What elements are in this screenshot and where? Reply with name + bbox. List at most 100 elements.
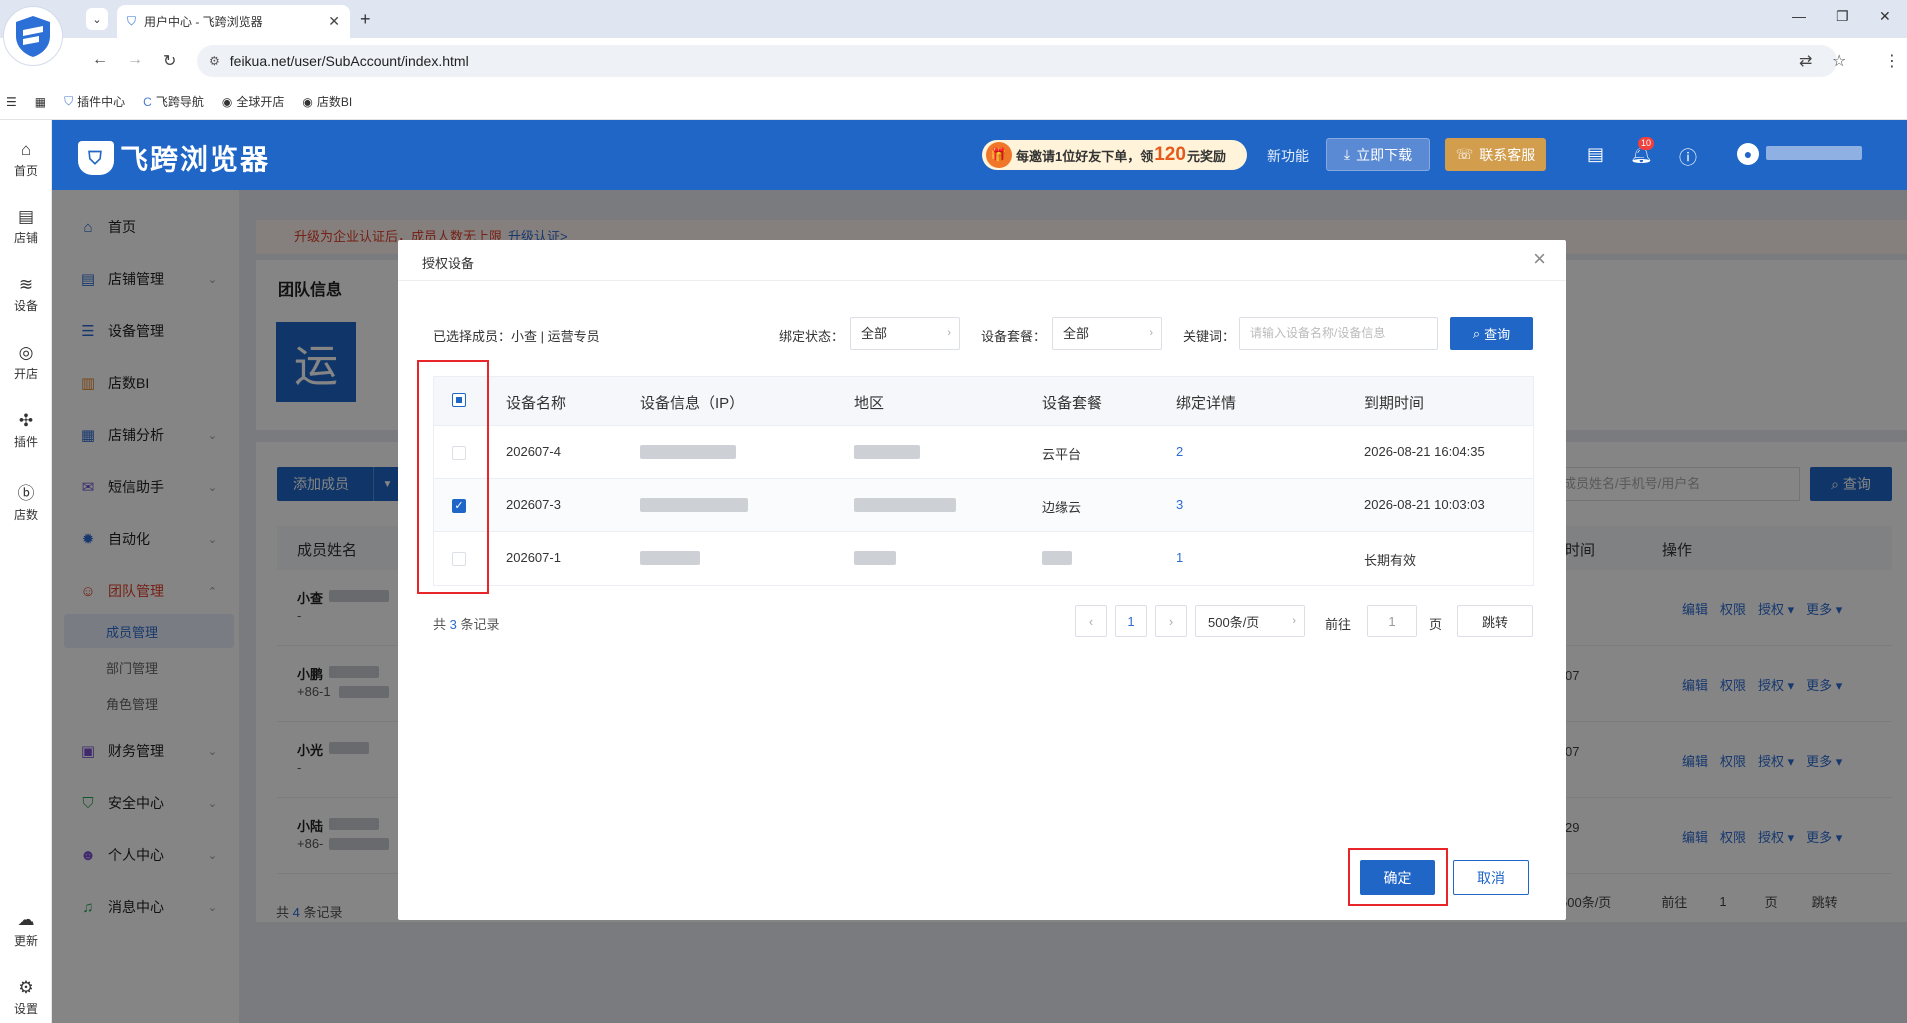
- rail-plugins[interactable]: ✣ 插件: [0, 411, 52, 450]
- restore-icon[interactable]: ❐: [1836, 8, 1849, 25]
- page-size-select[interactable]: 500条/页 ›: [1195, 605, 1305, 637]
- rail-update[interactable]: ☁ 更新: [0, 910, 52, 949]
- rail-settings[interactable]: ⚙ 设置: [0, 978, 52, 1017]
- page-number[interactable]: 1: [1115, 605, 1147, 637]
- selected-members-label: 已选择成员：小查 | 运营专员: [433, 329, 600, 344]
- user-avatar-icon[interactable]: ●: [1737, 143, 1759, 165]
- layers-icon: ≋: [18, 275, 34, 294]
- document-icon[interactable]: ▤: [1587, 144, 1604, 165]
- device-row[interactable]: 202607-4 云平台 2 2026-08-21 16:04:35: [434, 425, 1533, 478]
- rail-device[interactable]: ≋ 设备: [0, 275, 52, 314]
- device-row[interactable]: ✓ 202607-3 边缘云 3 2026-08-21 10:03:03: [434, 478, 1533, 531]
- feikua-shield-logo-icon[interactable]: [3, 6, 63, 66]
- blurred-package: [1042, 551, 1072, 565]
- page-label: 页: [1429, 617, 1443, 632]
- left-rail: ⌂ 首页 ▤ 店铺 ≋ 设备 ◎ 开店 ✣ 插件 ⓑ 店数 ☁ 更新 ⚙ 设置: [0, 120, 52, 1023]
- bookmark-navigation[interactable]: C 飞跨导航: [143, 93, 204, 110]
- blurred-region: [854, 551, 896, 565]
- bookmark-bi[interactable]: ◉ 店数BI: [302, 93, 352, 110]
- cloud-update-icon: ☁: [17, 910, 35, 929]
- col-package: 设备套餐: [1042, 395, 1103, 412]
- new-tab-icon[interactable]: +: [360, 9, 371, 30]
- tab-list-dropdown-icon[interactable]: ⌄: [86, 8, 108, 30]
- forward-icon[interactable]: →: [127, 51, 143, 69]
- blurred-ip: [640, 551, 700, 565]
- new-feature-link[interactable]: 新功能: [1267, 146, 1309, 166]
- planet-icon: ◎: [18, 343, 34, 362]
- help-icon[interactable]: ⓘ: [1679, 144, 1697, 170]
- chevron-right-icon: ›: [1292, 615, 1296, 627]
- col-device-name: 设备名称: [506, 395, 567, 412]
- bind-status-select[interactable]: 全部 ›: [850, 317, 960, 350]
- gear-icon: ⚙: [18, 978, 34, 997]
- col-expire-time: 到期时间: [1364, 395, 1425, 412]
- chevron-right-icon: ›: [947, 327, 951, 339]
- blurred-ip: [640, 445, 736, 459]
- sidebar-toggle-icon[interactable]: ☰: [6, 95, 17, 109]
- rail-store[interactable]: ▤ 店铺: [0, 207, 52, 246]
- globe-icon: ◉: [302, 94, 313, 109]
- shield-tab-icon: ⛉: [127, 14, 137, 28]
- bookmark-plugins[interactable]: ⛉ 插件中心: [64, 93, 125, 110]
- col-bind-detail: 绑定详情: [1176, 395, 1237, 412]
- download-icon: ⤓: [1343, 146, 1351, 162]
- puzzle-icon: ✣: [18, 411, 34, 430]
- search-icon: ⌕: [1472, 325, 1481, 341]
- reload-icon[interactable]: ↻: [163, 51, 176, 71]
- package-label: 设备套餐：: [981, 329, 1047, 344]
- headset-icon: ☏: [1455, 146, 1474, 162]
- close-tab-icon[interactable]: ✕: [328, 13, 340, 30]
- tab-active[interactable]: ⛉ 用户中心 - 飞跨浏览器 ✕: [117, 5, 350, 38]
- device-total-count: 共 3 条记录: [433, 617, 500, 632]
- prev-page-icon[interactable]: ‹: [1075, 605, 1107, 637]
- query-button[interactable]: ⌕ 查询: [1450, 317, 1533, 350]
- device-table-header: 设备名称 设备信息（IP） 地区 设备套餐 绑定详情 到期时间: [434, 377, 1533, 425]
- bind-detail-link[interactable]: 1: [1176, 550, 1183, 565]
- next-page-icon[interactable]: ›: [1155, 605, 1187, 637]
- blurred-region: [854, 445, 920, 459]
- checkbox-column-highlight: [417, 360, 489, 594]
- jump-button[interactable]: 跳转: [1457, 605, 1533, 637]
- url-field[interactable]: ⚙ feikua.net/user/SubAccount/index.html: [197, 45, 1837, 77]
- confirm-button[interactable]: 确定: [1360, 860, 1435, 895]
- bookmarks-bar: ☰ ▦ ⛉ 插件中心 C 飞跨导航 ◉ 全球开店 ◉ 店数BI: [0, 84, 1907, 120]
- bookmark-global-store[interactable]: ◉ 全球开店: [222, 93, 285, 110]
- close-window-icon[interactable]: ✕: [1879, 8, 1891, 25]
- goto-page-input[interactable]: 1: [1367, 605, 1417, 637]
- download-button[interactable]: ⤓ 立即下载: [1326, 138, 1430, 171]
- username-blurred[interactable]: [1766, 146, 1862, 160]
- rail-home[interactable]: ⌂ 首页: [0, 140, 52, 179]
- brand-name: 飞跨浏览器: [120, 144, 271, 175]
- close-icon[interactable]: ×: [1533, 246, 1546, 272]
- store-icon: ▤: [17, 207, 35, 226]
- invite-banner[interactable]: 🎁 每邀请1位好友下单，领 120 元奖励: [982, 140, 1247, 170]
- device-row[interactable]: 202607-1 1 长期有效: [434, 531, 1533, 584]
- home-icon: ⌂: [20, 140, 32, 159]
- apps-grid-icon[interactable]: ▦: [35, 95, 46, 109]
- gift-icon: 🎁: [986, 142, 1012, 168]
- rail-open-store[interactable]: ◎ 开店: [0, 343, 52, 382]
- brand-logo[interactable]: ⛉ 飞跨浏览器: [78, 138, 270, 178]
- cancel-button[interactable]: 取消: [1453, 860, 1529, 895]
- browser-menu-icon[interactable]: ⋮: [1884, 51, 1900, 71]
- contact-support-button[interactable]: ☏ 联系客服: [1445, 138, 1546, 171]
- bind-detail-link[interactable]: 2: [1176, 444, 1183, 459]
- bookmark-star-icon[interactable]: ☆: [1832, 51, 1846, 71]
- minimize-icon[interactable]: —: [1792, 8, 1806, 24]
- keyword-input[interactable]: 请输入设备名称/设备信息: [1239, 317, 1438, 350]
- blurred-ip: [640, 498, 748, 512]
- site-info-icon[interactable]: ⚙: [209, 54, 220, 68]
- blurred-region: [854, 498, 956, 512]
- back-icon[interactable]: ←: [92, 51, 108, 69]
- globe-icon: ◉: [221, 94, 233, 109]
- dialog-title: 授权设备: [422, 256, 475, 271]
- notification-badge: 10: [1638, 137, 1655, 150]
- divider: [398, 280, 1566, 281]
- rail-bi[interactable]: ⓑ 店数: [0, 479, 52, 523]
- authorize-device-dialog: 授权设备 × 已选择成员：小查 | 运营专员 绑定状态： 全部 › 设备套餐： 全…: [398, 240, 1566, 920]
- bind-detail-link[interactable]: 3: [1176, 497, 1183, 512]
- translate-icon[interactable]: ⇄: [1799, 51, 1812, 71]
- package-select[interactable]: 全部 ›: [1052, 317, 1162, 350]
- tab-title: 用户中心 - 飞跨浏览器: [144, 15, 263, 29]
- bind-status-label: 绑定状态：: [779, 329, 845, 344]
